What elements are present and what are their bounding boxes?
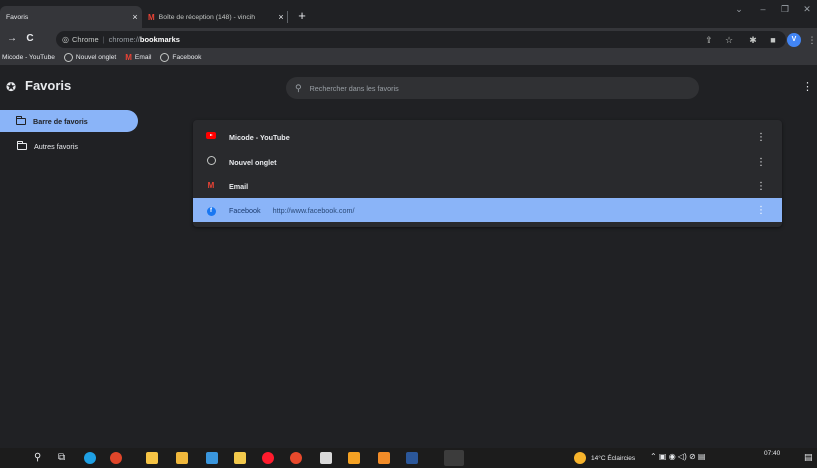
sidebar-item-barre-de-favoris[interactable]: Barre de favoris [0, 110, 138, 132]
folder-icon[interactable] [176, 452, 188, 464]
folder-icon [16, 115, 26, 125]
list-item[interactable]: M Email ⋮ [193, 174, 782, 198]
app-icon[interactable] [320, 452, 332, 464]
omnibox-separator: | [102, 35, 105, 44]
list-item[interactable]: f Facebook http://www.facebook.com/ ⋮ [193, 198, 782, 222]
app-icon[interactable] [290, 452, 302, 464]
share-icon[interactable]: ⇪ [702, 33, 716, 47]
tab-favoris[interactable]: Favoris × [0, 6, 142, 28]
chrome-icon[interactable] [444, 450, 464, 466]
new-tab-button[interactable]: + [293, 8, 311, 26]
url-path: bookmarks [139, 35, 180, 44]
forward-button[interactable]: → [4, 31, 20, 47]
minimize-icon[interactable]: – [752, 4, 774, 14]
search-input[interactable] [309, 83, 670, 93]
bookmark-bar-label: Nouvel onglet [75, 54, 117, 61]
list-item[interactable]: Micode - YouTube ⋮ [193, 125, 782, 149]
facebook-icon: f [204, 205, 218, 216]
sidebar-item-autres-favoris[interactable]: Autres favoris [8, 136, 144, 156]
notification-icon[interactable]: ▤ [804, 452, 813, 463]
gmail-icon: M [207, 181, 215, 190]
bookmarks-logo-icon: ✪ [6, 80, 17, 94]
search-icon: ⚲ [295, 82, 302, 93]
tab-gmail[interactable]: M Boîte de réception (148) - vincih × [142, 6, 288, 28]
search-icon[interactable]: ⚲ [34, 452, 41, 463]
edge-icon[interactable] [84, 452, 96, 464]
star-icon[interactable]: ☆ [722, 33, 736, 47]
page-menu-icon[interactable]: ⋮ [802, 80, 813, 93]
more-icon[interactable]: ⋮ [756, 181, 766, 192]
page-title: Favoris [25, 78, 72, 93]
tray-icons[interactable]: ⌃ ▣ ◉ ◁) ⊘ ▤ [650, 452, 705, 461]
tab-separator [287, 11, 288, 23]
sidebar-item-label: Autres favoris [34, 141, 78, 151]
reload-button[interactable]: C [22, 31, 38, 47]
tab-title: Boîte de réception (148) - vincih [158, 13, 256, 21]
bookmark-bar-item[interactable]: Facebook [160, 53, 201, 62]
tab-search-icon[interactable]: ⌄ [728, 4, 750, 15]
app-icon[interactable] [348, 452, 360, 464]
side-panel-icon[interactable]: ■ [766, 33, 780, 47]
chrome-icon: ◎ [62, 35, 69, 44]
opera-icon[interactable] [262, 452, 274, 464]
url-host: chrome:// [108, 35, 140, 44]
avatar[interactable]: V [787, 33, 801, 47]
bookmark-name: Facebook [229, 205, 261, 215]
bookmark-bar-item[interactable]: M Email [125, 53, 151, 62]
word-icon[interactable] [406, 452, 418, 464]
mail-icon[interactable] [206, 452, 218, 464]
folder-icon [17, 140, 27, 150]
more-icon[interactable]: ⋮ [756, 205, 766, 216]
bookmark-bar-label: Email [134, 54, 152, 61]
bookmark-bar-label: Facebook [172, 54, 202, 61]
youtube-icon [204, 132, 218, 142]
bookmark-name: Nouvel onglet [229, 157, 277, 167]
store-icon[interactable] [146, 452, 158, 464]
globe-icon [160, 53, 170, 62]
address-bar[interactable]: ◎ Chrome | chrome:// bookmarks [56, 31, 786, 48]
weather-text[interactable]: 14°C Éclaircies [591, 455, 635, 462]
app-icon[interactable] [378, 452, 390, 464]
restore-icon[interactable]: ❐ [774, 4, 796, 15]
bookmark-name: Micode - YouTube [229, 132, 290, 142]
weather-icon [574, 452, 586, 464]
bookmark-bar-item[interactable]: Nouvel onglet [63, 53, 117, 62]
gmail-icon: M [148, 12, 155, 22]
extensions-icon[interactable]: ✱ [746, 33, 760, 47]
clock[interactable]: 07:40 [764, 450, 780, 457]
bookmark-name: Email [229, 181, 249, 191]
menu-icon[interactable]: ⋮ [805, 33, 817, 47]
bookmark-bar-label: Micode - YouTube [2, 54, 55, 61]
tab-title: Favoris [6, 13, 29, 21]
bookmarks-bar: Micode - YouTube Nouvel onglet M Email F… [0, 50, 817, 66]
globe-icon [63, 53, 73, 62]
bookmark-url: http://www.facebook.com/ [272, 205, 355, 215]
tab-close-icon[interactable]: × [128, 12, 142, 22]
sidebar-item-label: Barre de favoris [33, 116, 88, 126]
bookmark-bar-item[interactable]: Micode - YouTube [2, 54, 55, 61]
search-box[interactable]: ⚲ [286, 77, 699, 99]
site-label: Chrome [71, 35, 99, 44]
more-icon[interactable]: ⋮ [756, 132, 766, 143]
app-icon[interactable] [110, 452, 122, 464]
tab-close-icon[interactable]: × [274, 12, 288, 22]
app-icon[interactable] [234, 452, 246, 464]
list-item[interactable]: Nouvel onglet ⋮ [193, 150, 782, 174]
gmail-icon: M [125, 53, 132, 62]
task-view-icon[interactable]: ⧉ [58, 452, 65, 463]
globe-icon [204, 156, 218, 168]
more-icon[interactable]: ⋮ [756, 157, 766, 168]
window-close-icon[interactable]: ✕ [796, 4, 817, 15]
